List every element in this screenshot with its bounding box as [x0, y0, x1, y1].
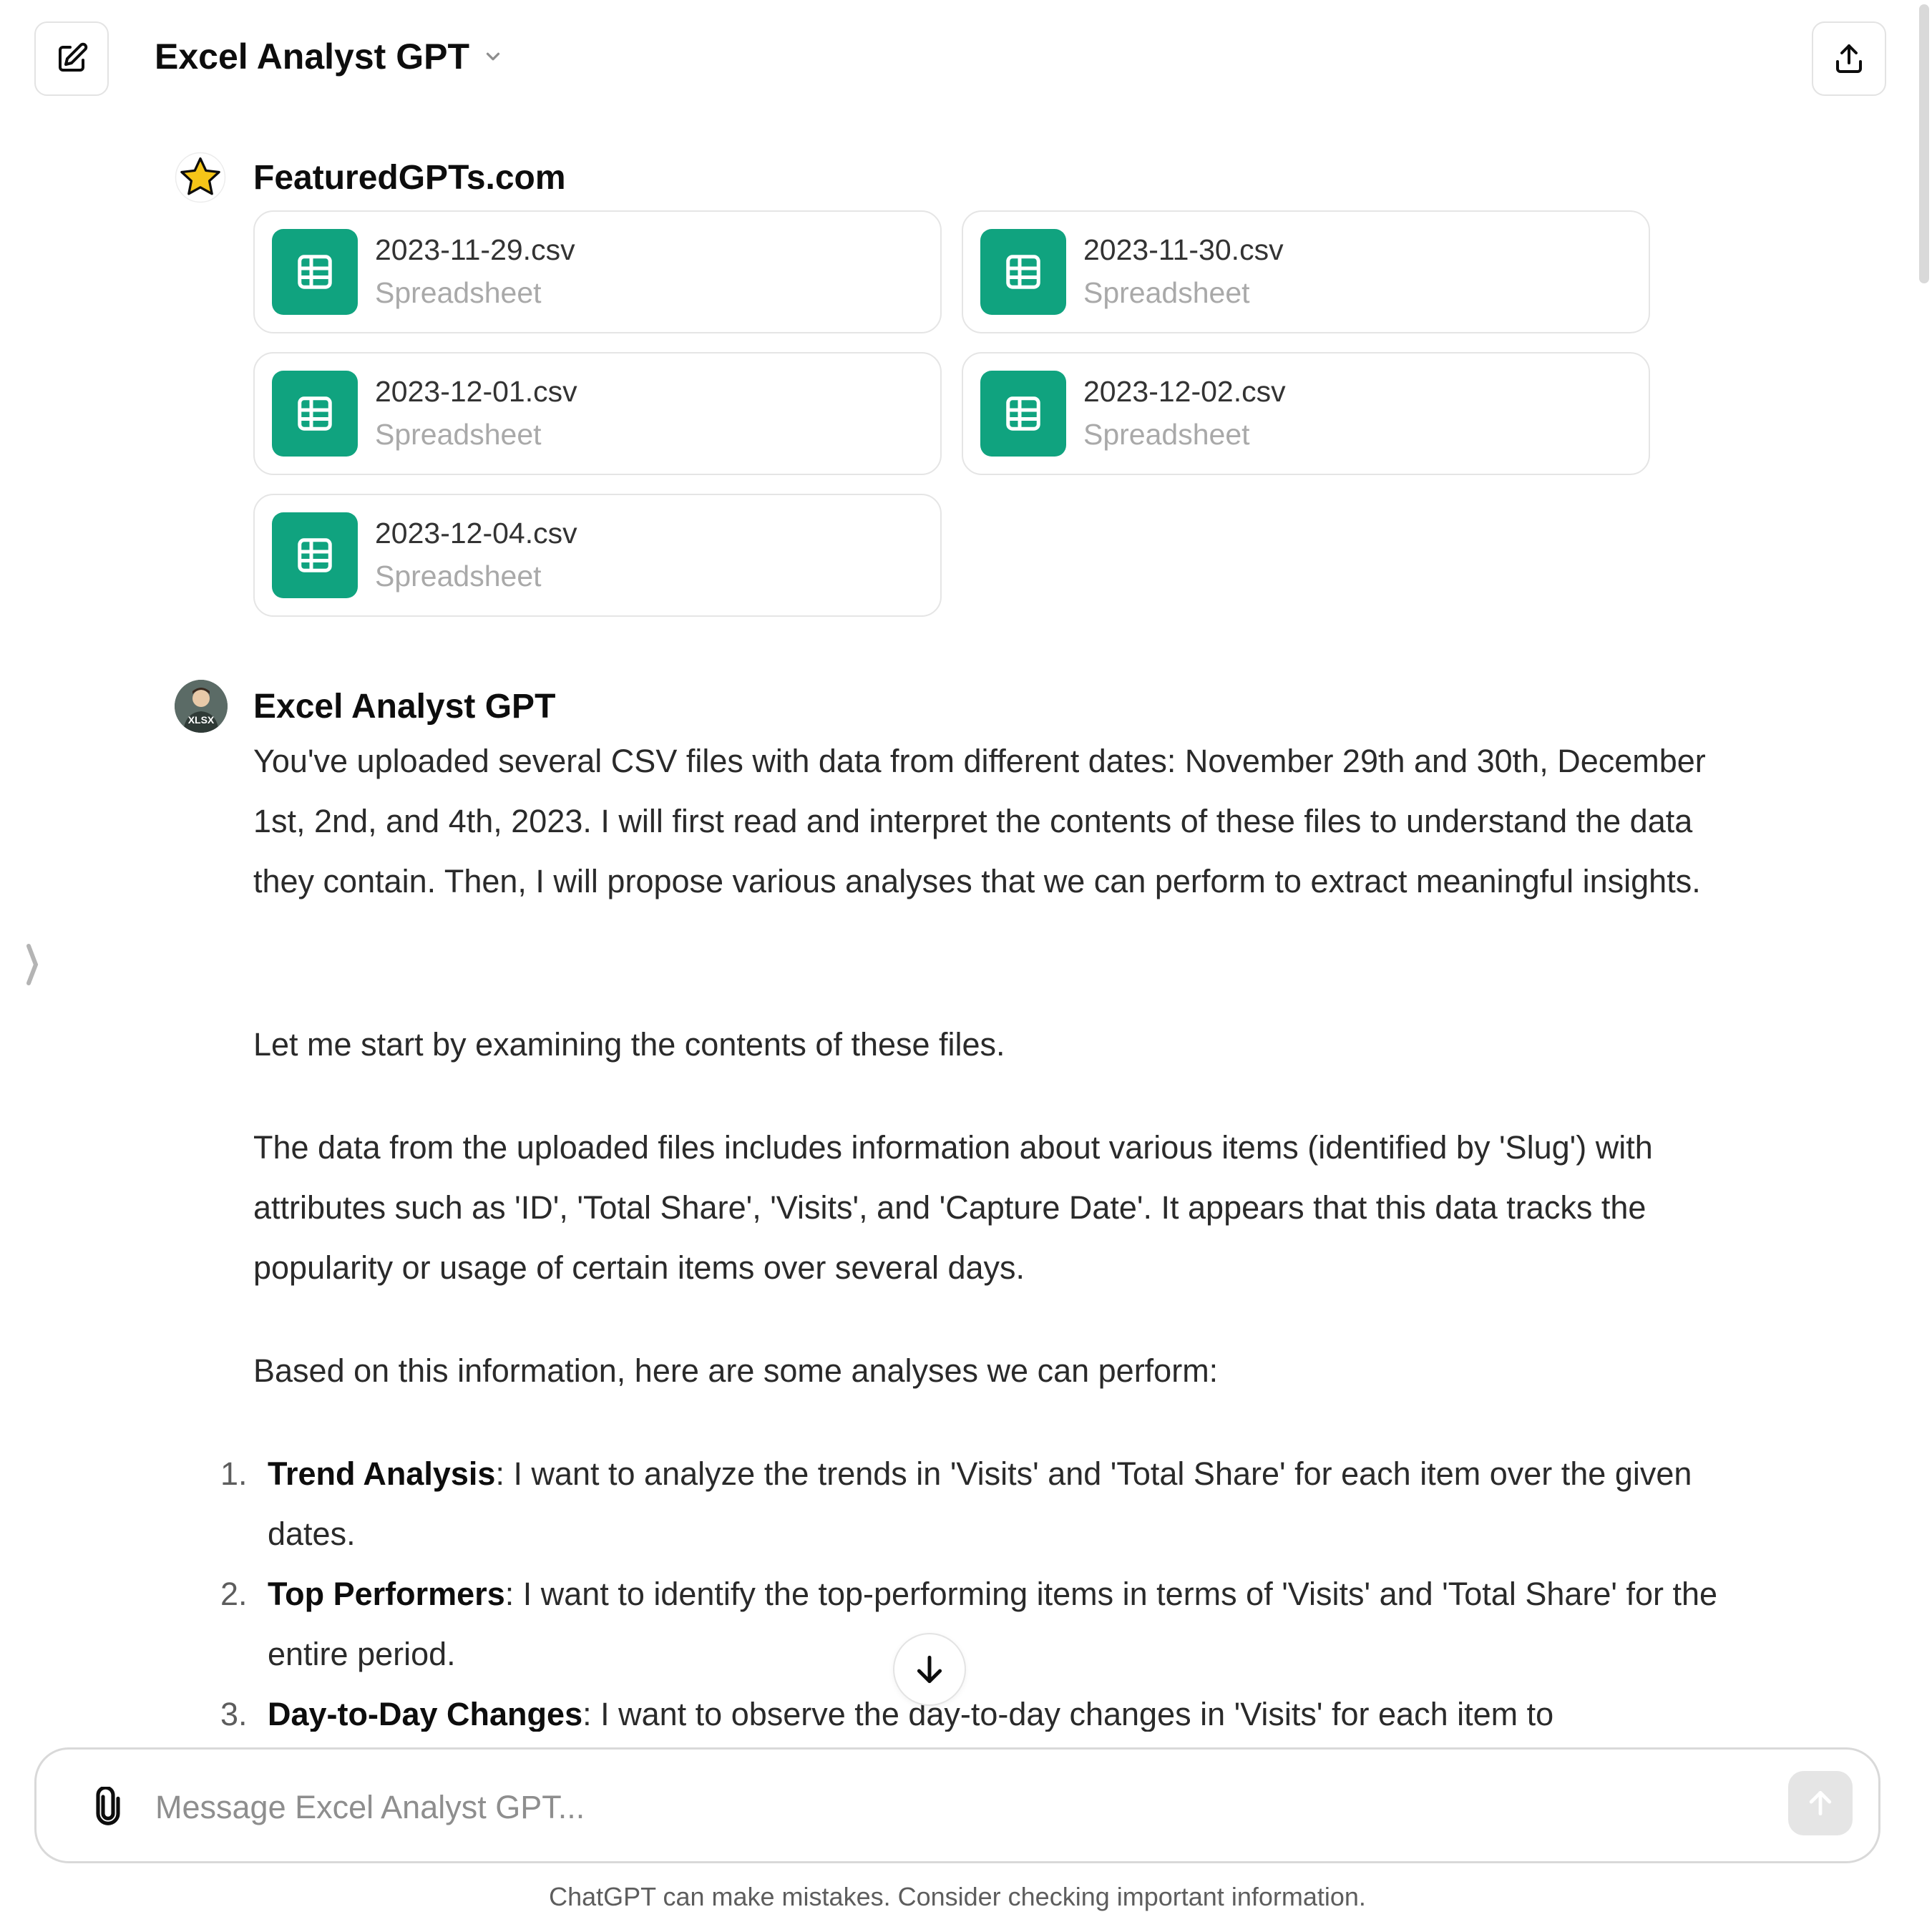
file-attachment[interactable]: 2023-12-01.csv Spreadsheet	[253, 352, 942, 475]
scrollbar-thumb[interactable]	[1919, 4, 1929, 283]
analysis-list: 1. Trend Analysis: I want to analyze the…	[215, 1444, 1753, 1745]
model-selector[interactable]: Excel Analyst GPT	[155, 36, 504, 77]
paperclip-icon	[96, 1787, 120, 1825]
user-author-row: FeaturedGPTs.com	[175, 152, 566, 203]
file-name: 2023-12-01.csv	[375, 375, 577, 408]
message-composer	[34, 1747, 1880, 1863]
attach-button[interactable]	[79, 1778, 137, 1835]
file-type: Spreadsheet	[375, 560, 542, 592]
avatar: XLSX	[175, 680, 228, 733]
file-name: 2023-12-04.csv	[375, 517, 577, 550]
star-icon	[175, 152, 226, 203]
scroll-to-bottom-button[interactable]	[893, 1633, 966, 1706]
file-name: 2023-11-29.csv	[375, 233, 575, 266]
list-item-text: : I want to observe the day-to-day chang…	[582, 1696, 1554, 1732]
file-attachment[interactable]: 2023-11-29.csv Spreadsheet	[253, 210, 942, 333]
spreadsheet-icon	[272, 512, 358, 598]
disclaimer-text: ChatGPT can make mistakes. Consider chec…	[549, 1882, 1366, 1911]
message-paragraph: The data from the uploaded files include…	[253, 1129, 1653, 1286]
sidebar-toggle-handle[interactable]	[24, 943, 42, 986]
spreadsheet-icon	[980, 229, 1066, 315]
spreadsheet-icon	[272, 371, 358, 457]
file-attachment[interactable]: 2023-12-04.csv Spreadsheet	[253, 494, 942, 617]
list-number: 1.	[220, 1455, 248, 1492]
share-button[interactable]	[1812, 21, 1886, 96]
list-item: 2. Top Performers: I want to identify th…	[215, 1564, 1753, 1684]
file-type: Spreadsheet	[375, 276, 542, 309]
message-paragraph: Based on this information, here are some…	[253, 1352, 1219, 1389]
assistant-author-row: XLSX Excel Analyst GPT	[175, 680, 555, 733]
share-icon	[1836, 44, 1862, 73]
list-number: 2.	[220, 1576, 248, 1612]
new-chat-button[interactable]	[34, 21, 109, 96]
assistant-message-body: Based on this information, here are some…	[253, 1341, 1749, 1401]
arrow-up-icon	[1809, 1790, 1832, 1816]
avatar-label: XLSX	[187, 714, 215, 726]
spreadsheet-icon	[272, 229, 358, 315]
file-type: Spreadsheet	[1083, 418, 1250, 451]
chevron-down-icon	[486, 52, 500, 61]
send-button[interactable]	[1788, 1771, 1853, 1835]
assistant-author-name: Excel Analyst GPT	[253, 687, 556, 726]
list-item: 1. Trend Analysis: I want to analyze the…	[215, 1444, 1753, 1564]
file-attachment[interactable]: 2023-12-02.csv Spreadsheet	[962, 352, 1650, 475]
file-type: Spreadsheet	[375, 418, 542, 451]
list-item-title: Top Performers	[268, 1576, 505, 1612]
spreadsheet-icon	[980, 371, 1066, 457]
arrow-down-icon	[917, 1655, 942, 1684]
file-name: 2023-11-30.csv	[1083, 233, 1284, 266]
assistant-message-body: The data from the uploaded files include…	[253, 1118, 1749, 1298]
scrollbar[interactable]	[1916, 0, 1932, 286]
file-type: Spreadsheet	[1083, 276, 1250, 309]
message-input[interactable]	[154, 1778, 1745, 1837]
user-author-name: FeaturedGPTs.com	[253, 158, 566, 197]
message-paragraph: Let me start by examining the contents o…	[253, 1026, 1005, 1063]
file-attachment[interactable]: 2023-11-30.csv Spreadsheet	[962, 210, 1650, 333]
message-paragraph: You've uploaded several CSV files with d…	[253, 743, 1706, 899]
list-item-title: Trend Analysis	[268, 1455, 496, 1492]
assistant-message-body: You've uploaded several CSV files with d…	[253, 731, 1749, 912]
list-item-title: Day-to-Day Changes	[268, 1696, 583, 1732]
assistant-message-body: Let me start by examining the contents o…	[253, 1015, 1749, 1075]
edit-icon	[59, 42, 88, 72]
page-title: Excel Analyst GPT	[155, 36, 469, 77]
file-name: 2023-12-02.csv	[1083, 375, 1286, 408]
